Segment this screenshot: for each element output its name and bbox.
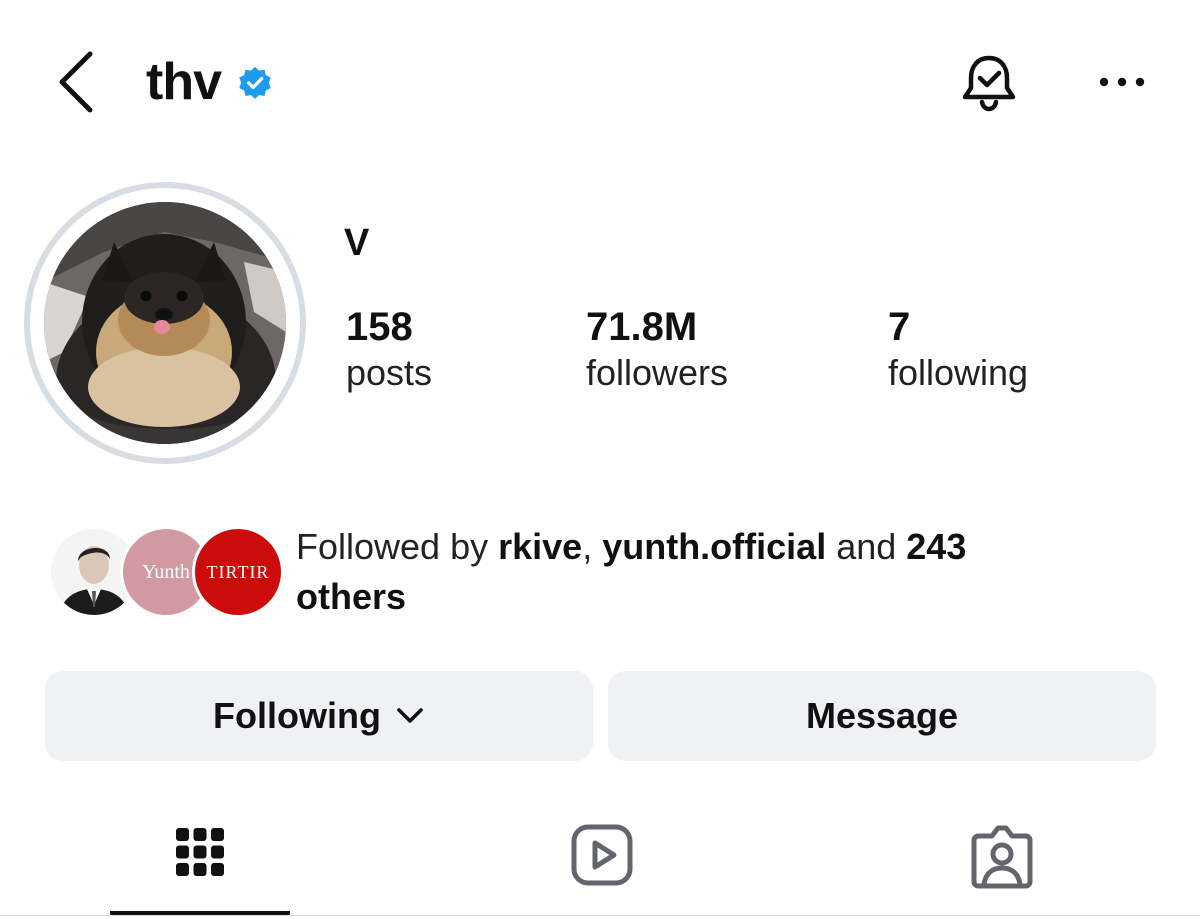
separator-text: ,	[582, 526, 603, 567]
posts-label: posts	[346, 352, 433, 393]
more-options-icon	[1099, 77, 1145, 87]
tab-divider	[0, 915, 1200, 916]
tab-tagged[interactable]	[910, 820, 1090, 910]
and-text: and	[826, 526, 907, 567]
following-label: following	[888, 352, 1029, 393]
profile-avatar[interactable]	[44, 202, 286, 444]
posts-count: 158	[346, 305, 413, 349]
chevron-down-icon	[397, 708, 423, 723]
profile-header-title: thv	[146, 52, 273, 112]
notifications-button[interactable]	[956, 50, 1022, 116]
mutual-avatar-tirtir[interactable]: TIRTIR	[192, 526, 284, 618]
followed-by-prefix: Followed by	[296, 526, 499, 567]
tagged-person-icon	[971, 825, 1033, 889]
following-stat[interactable]: 7 following	[888, 304, 1028, 396]
tirtir-logo-text: TIRTIR	[206, 561, 270, 582]
notification-bell-icon	[962, 55, 1016, 112]
following-count: 7	[888, 305, 911, 349]
profile-page: thv V 158 posts 71.8M followers 7 follow…	[0, 0, 1200, 919]
more-options-button[interactable]	[1094, 60, 1150, 104]
others-label[interactable]: others	[296, 576, 406, 617]
followers-count: 71.8M	[586, 305, 698, 349]
followers-label: followers	[586, 352, 729, 393]
pomeranian-dog-photo	[44, 202, 286, 444]
following-button-label: Following	[213, 695, 381, 736]
grid-icon	[176, 828, 224, 876]
tab-reels[interactable]	[510, 820, 690, 910]
others-count[interactable]: 243	[906, 526, 966, 567]
mutual-user-link[interactable]: rkive	[498, 526, 582, 567]
mutual-user-link[interactable]: yunth.official	[602, 526, 826, 567]
display-name: V	[344, 222, 370, 264]
mutual-followers-avatars[interactable]: Yunth TIRTIR	[48, 526, 284, 622]
message-button-label: Message	[805, 695, 959, 736]
username: thv	[146, 53, 222, 111]
back-button[interactable]	[52, 48, 104, 116]
followers-stat[interactable]: 71.8M followers	[586, 304, 728, 396]
tab-posts-grid[interactable]	[110, 820, 290, 910]
message-button[interactable]: Message	[608, 671, 1156, 761]
following-button[interactable]: Following	[45, 671, 593, 761]
back-chevron-icon	[59, 51, 93, 113]
reels-icon	[571, 824, 633, 886]
followed-by-text[interactable]: Followed by rkive, yunth.official and 24…	[296, 522, 1076, 622]
verified-badge-icon	[239, 66, 271, 99]
yunth-logo-text: Yunth	[142, 560, 190, 583]
posts-stat[interactable]: 158 posts	[346, 304, 432, 396]
